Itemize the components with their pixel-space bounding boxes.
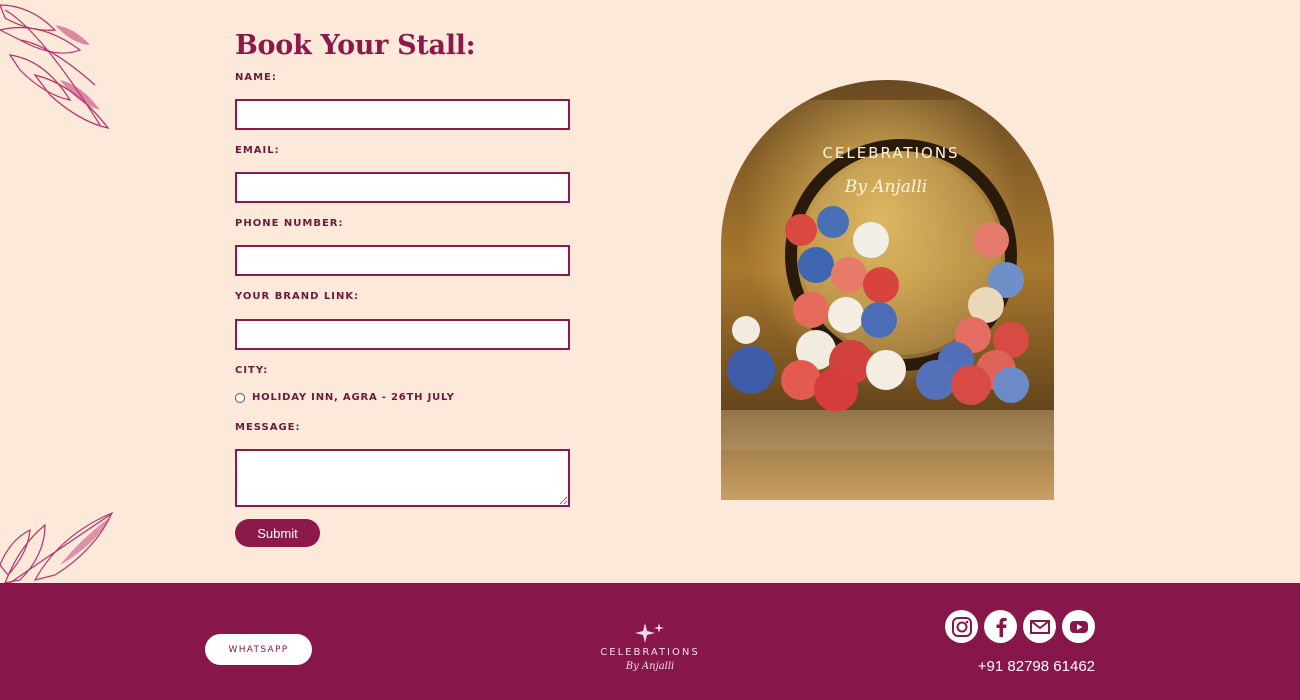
name-label: NAME: [235, 72, 277, 83]
phone-label: PHONE NUMBER: [235, 218, 344, 229]
page-title: Book Your Stall: [235, 30, 476, 61]
instagram-icon[interactable] [945, 610, 978, 643]
event-photo-illustration: CELEBRATIONS By Anjalli [721, 80, 1054, 500]
message-label: MESSAGE: [235, 422, 301, 433]
footer: WHATSAPP CELEBRATIONS By Anjalli +91 827… [0, 583, 1300, 700]
facebook-icon[interactable] [984, 610, 1017, 643]
city-label: CITY: [235, 365, 269, 376]
booking-form: Book Your Stall: NAME: EMAIL: PHONE NUMB… [235, 30, 575, 547]
sign-word: CELEBRATIONS [822, 144, 959, 162]
phone-input[interactable] [235, 245, 570, 276]
logo-script: By Anjalli [625, 661, 675, 672]
sign-script: By Anjalli [844, 177, 927, 197]
email-icon[interactable] [1023, 610, 1056, 643]
submit-button[interactable]: Submit [235, 519, 320, 547]
social-links [945, 610, 1095, 643]
leaf-decoration-bottom [0, 511, 114, 584]
leaf-decoration-top [0, 4, 110, 129]
phone-number[interactable]: +91 82798 61462 [940, 658, 1095, 675]
city-radio[interactable] [235, 392, 245, 403]
city-option-label: HOLIDAY INN, AGRA - 26TH JULY [252, 392, 455, 403]
name-input[interactable] [235, 99, 570, 130]
youtube-icon[interactable] [1062, 610, 1095, 643]
logo-wordmark: CELEBRATIONS [600, 647, 700, 658]
email-label: EMAIL: [235, 145, 280, 156]
message-textarea[interactable] [235, 449, 570, 507]
email-input[interactable] [235, 172, 570, 203]
city-option[interactable]: HOLIDAY INN, AGRA - 26TH JULY [235, 392, 455, 403]
brand-link-label: YOUR BRAND LINK: [235, 291, 360, 302]
event-photo: CELEBRATIONS By Anjalli [721, 80, 1054, 500]
whatsapp-button[interactable]: WHATSAPP [205, 634, 312, 665]
brand-link-input[interactable] [235, 319, 570, 350]
brand-logo[interactable]: CELEBRATIONS By Anjalli [590, 619, 710, 683]
sparkle-icon [635, 623, 664, 643]
